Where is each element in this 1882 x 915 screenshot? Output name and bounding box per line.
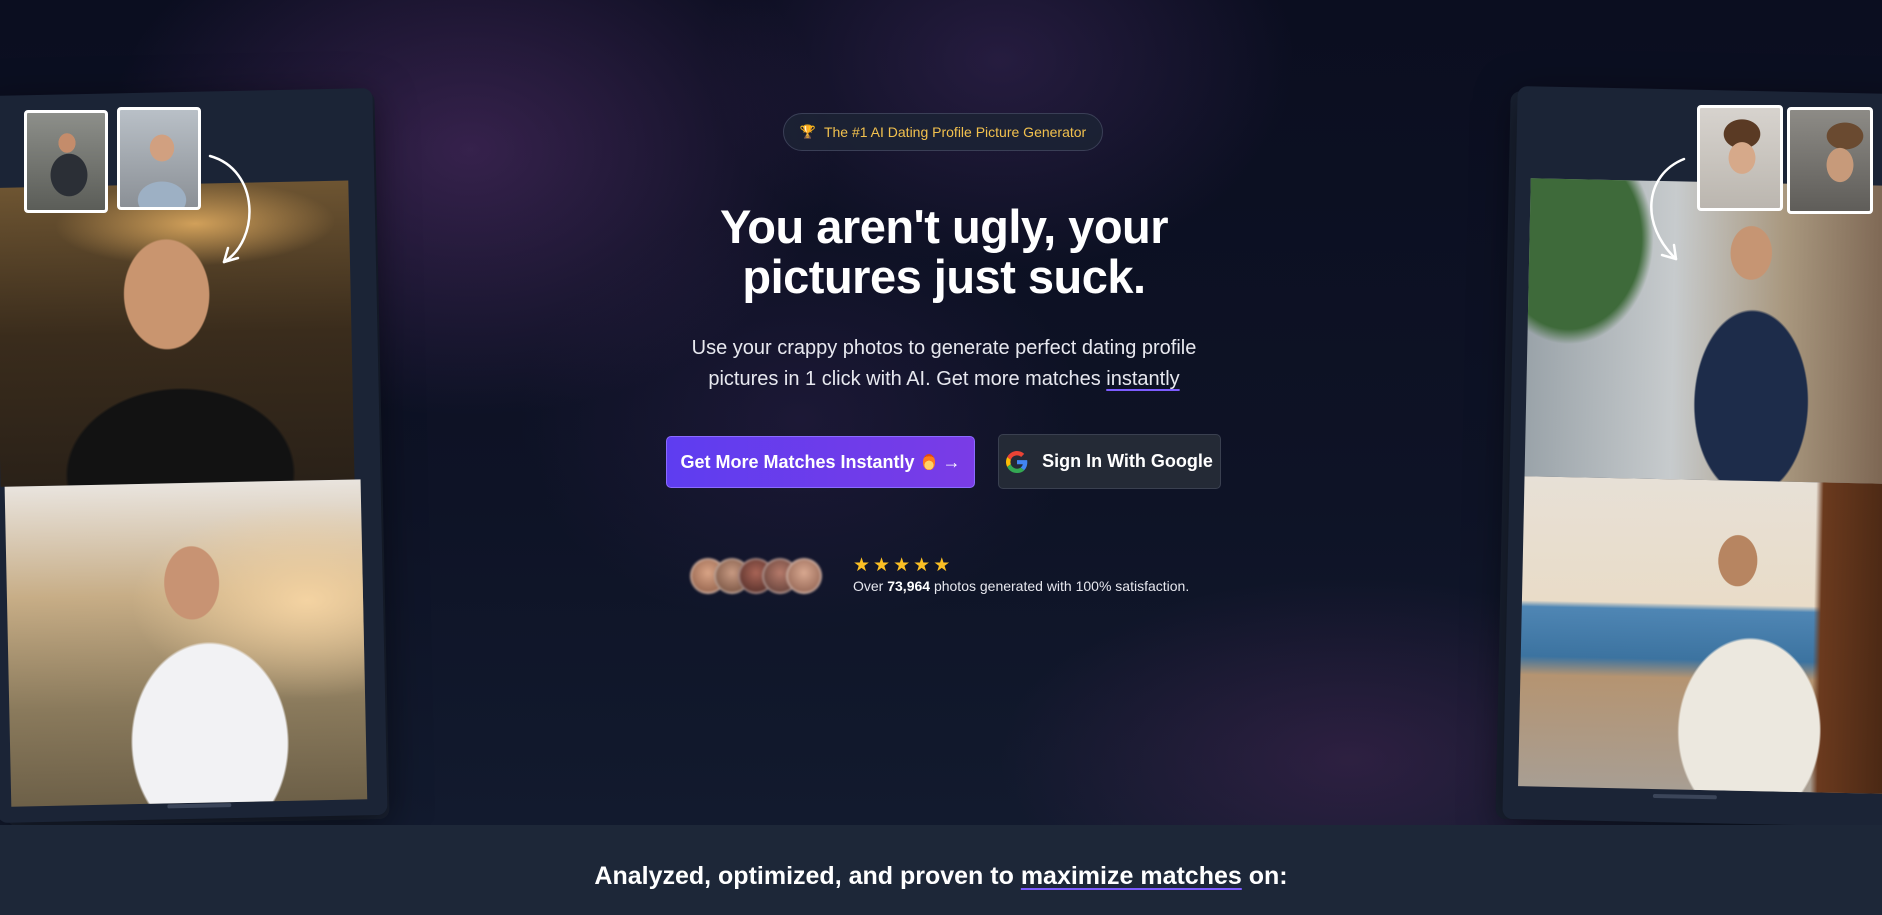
platforms-section: Analyzed, optimized, and proven to maxim… xyxy=(0,825,1882,915)
top-badge: 🏆 The #1 AI Dating Profile Picture Gener… xyxy=(783,113,1103,151)
left-phone-handle xyxy=(167,803,232,809)
rating-stars: ★ ★ ★ ★ ★ xyxy=(853,556,950,576)
trophy-icon: 🏆 xyxy=(799,124,816,139)
social-proof-text: Over 73,964 photos generated with 100% s… xyxy=(853,578,1190,594)
star-icon: ★ xyxy=(873,555,891,576)
google-button-label: Sign In With Google xyxy=(1042,451,1213,471)
right-input-thumb-2 xyxy=(1787,107,1873,214)
right-input-thumb-1 xyxy=(1697,105,1783,211)
right-arrow-icon xyxy=(1650,157,1686,261)
get-more-matches-button[interactable]: Get More Matches Instantly → xyxy=(666,436,975,488)
right-phone-handle xyxy=(1652,793,1717,800)
badge-text: The #1 AI Dating Profile Picture Generat… xyxy=(823,124,1087,140)
left-generated-photo-2 xyxy=(4,479,368,807)
arrow-right-icon: → xyxy=(942,451,961,472)
left-arrow-icon xyxy=(208,154,251,264)
cta-label: Get More Matches Instantly xyxy=(680,451,915,472)
left-generated-photo-1 xyxy=(0,180,355,487)
google-icon xyxy=(1006,450,1028,473)
left-input-thumb-1 xyxy=(24,110,108,213)
star-icon: ★ xyxy=(853,555,871,576)
headline-line-2: pictures just suck. xyxy=(742,250,1146,303)
subtitle-instantly-text: instantly xyxy=(1106,368,1180,390)
user-avatar-stack xyxy=(690,558,824,594)
subtitle-line-2: pictures in 1 click with AI. Get more ma… xyxy=(708,368,1107,390)
subtitle-line-1: Use your crappy photos to generate perfe… xyxy=(691,337,1197,359)
headline-line-1: You aren't ugly, your xyxy=(719,200,1169,253)
right-generated-photo-2 xyxy=(1518,476,1882,794)
avatar xyxy=(786,558,822,594)
star-icon: ★ xyxy=(893,555,911,576)
page-title: You aren't ugly, your pictures just suck… xyxy=(640,202,1248,302)
maximize-matches-text: maximize matches xyxy=(1020,862,1242,890)
photos-count: 73,964 xyxy=(887,578,931,594)
star-icon: ★ xyxy=(913,555,931,576)
left-input-thumb-2 xyxy=(117,107,201,210)
hero-subtitle: Use your crappy photos to generate perfe… xyxy=(660,333,1228,395)
fire-icon xyxy=(922,454,935,470)
platforms-heading: Analyzed, optimized, and proven to maxim… xyxy=(594,862,1288,890)
sign-in-with-google-button[interactable]: Sign In With Google xyxy=(998,434,1221,489)
right-generated-photo-1 xyxy=(1524,178,1882,484)
star-icon: ★ xyxy=(933,555,951,576)
